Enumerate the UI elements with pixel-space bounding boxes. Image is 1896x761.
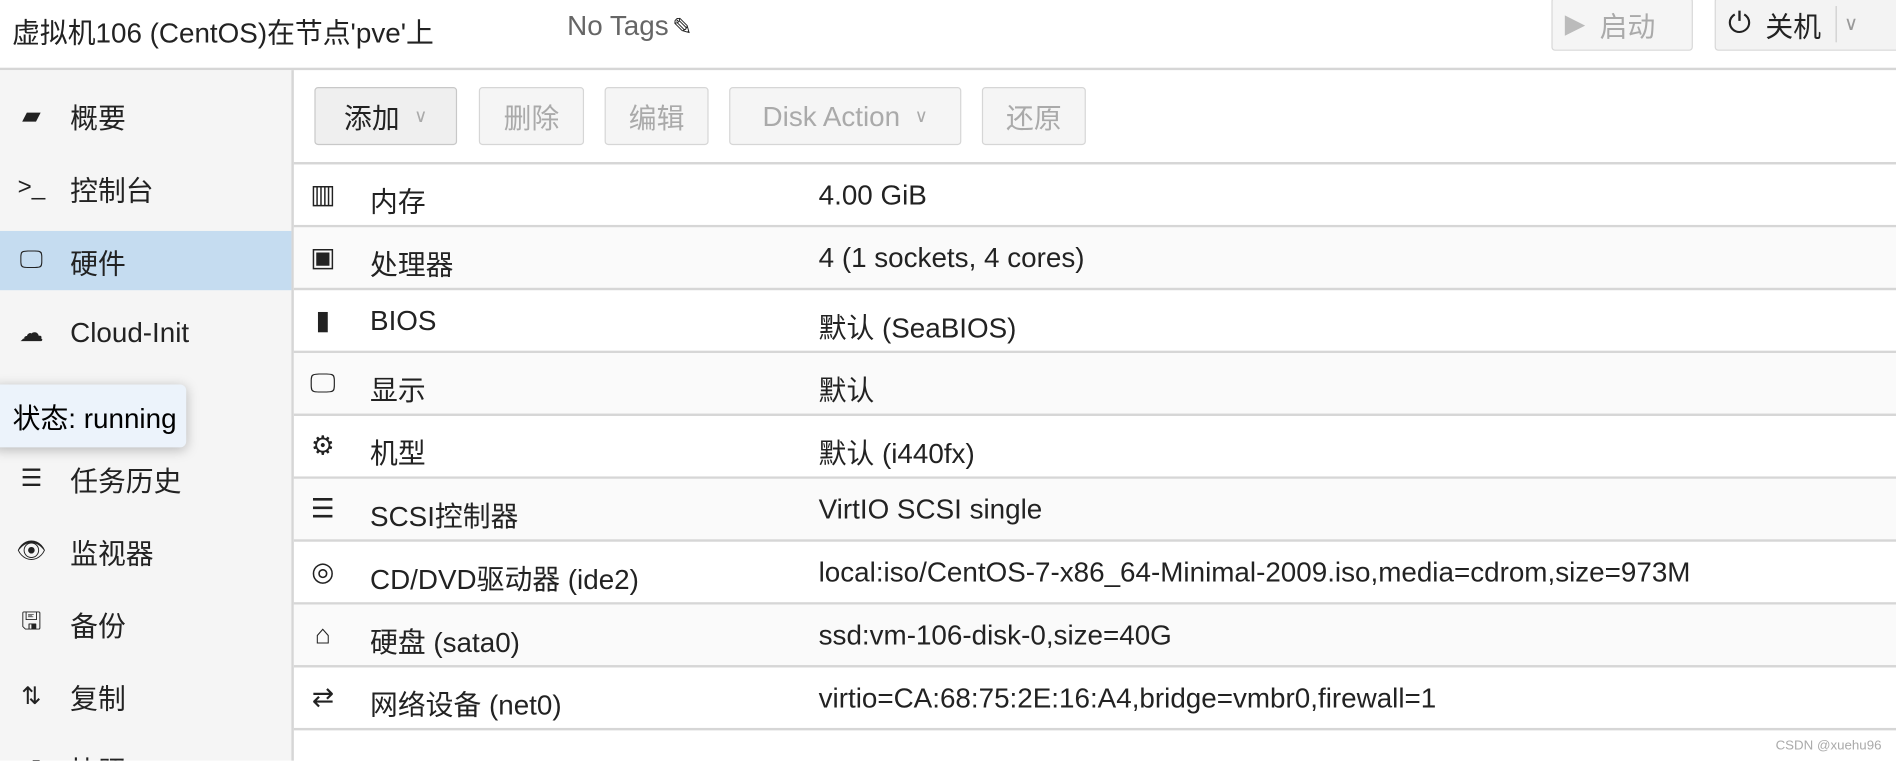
chevron-down-icon[interactable]: ∨: [1844, 12, 1858, 36]
table-row[interactable]: ◎ CD/DVD驱动器 (ide2) local:iso/CentOS-7-x86_…: [293, 542, 1896, 605]
hardware-grid: ▥ 内存 4.00 GiB ▣ 处理器 4 (1 sockets, 4 cores) ▮…: [293, 164, 1896, 731]
row-value: VirtIO SCSI single: [818, 493, 1043, 525]
sidebar-item-replication[interactable]: ⇅ 复制: [0, 666, 291, 725]
sidebar-item-backup[interactable]: 🖫 备份: [0, 594, 291, 653]
sidebar-item-label: 快照: [70, 748, 126, 760]
row-name: BIOS: [370, 304, 437, 337]
sidebar-item-label: 硬件: [70, 247, 126, 279]
database-icon: ☰: [310, 493, 335, 524]
sidebar-item-hardware[interactable]: 🖵 硬件: [0, 230, 292, 291]
row-value: virtio=CA:68:75:2E:16:A4,bridge=vmbr0,fi…: [818, 681, 1437, 714]
play-icon: ▶: [1564, 8, 1586, 39]
table-row[interactable]: ⚙ 机型 默认 (i440fx): [293, 416, 1896, 479]
header: 虚拟机106 (CentOS)在节点'pve'上 No Tags ✎ ▶ 启动 ⏻ 关…: [0, 0, 1896, 71]
row-name: 显示: [370, 374, 426, 407]
row-name: 处理器: [370, 249, 454, 281]
cloud-icon: ☁: [19, 320, 44, 348]
table-row[interactable]: ⌂ 硬盘 (sata0) ssd:vm-106-disk-0,size=40G: [293, 604, 1896, 668]
sidebar-item-snapshots[interactable]: ↺ 快照: [0, 739, 291, 761]
sidebar-item-monitor[interactable]: 👁 监视器: [0, 521, 291, 580]
power-icon: ⏻: [1727, 7, 1751, 40]
revert-button[interactable]: 还原: [981, 87, 1086, 146]
shutdown-button[interactable]: ⏻ 关机 ∨: [1714, 0, 1896, 51]
floppy-icon: 🖫: [21, 607, 42, 635]
desktop-icon: 🖵: [310, 367, 336, 398]
eye-icon: 👁: [16, 538, 47, 565]
retweet-icon: ⇅: [21, 683, 42, 710]
edit-label: 编辑: [628, 102, 685, 135]
chevron-down-icon: ∨: [414, 106, 428, 127]
add-label: 添加: [344, 102, 400, 135]
sidebar-item-label: 复制: [70, 682, 126, 715]
table-row[interactable]: 🖵 显示 默认: [293, 353, 1896, 416]
row-name: SCSI控制器: [370, 500, 519, 533]
revert-label: 还原: [1006, 102, 1062, 135]
disk-action-button[interactable]: Disk Action ∨: [729, 87, 962, 146]
sidebar: ▰概要 >_控制台 🖵硬件 ☁Cloud-Init ⚙选项 ☰任务历史 👁监视器…: [0, 70, 294, 761]
remove-button[interactable]: 删除: [478, 87, 585, 146]
row-name: 机型: [370, 437, 426, 470]
sidebar-item-label: 备份: [70, 610, 126, 642]
toolbar: 添加 ∨ 删除 编辑 Disk Action ∨ 还原: [293, 70, 1896, 165]
exchange-icon: ⇄: [311, 681, 335, 713]
tags-label: No Tags: [567, 9, 669, 42]
sidebar-item-task-history[interactable]: ☰ 任务历史: [0, 449, 291, 508]
page-title: 虚拟机106 (CentOS)在节点'pve'上: [12, 16, 434, 49]
start-button[interactable]: ▶ 启动: [1551, 0, 1693, 51]
row-name: 网络设备 (net0): [370, 689, 562, 721]
hdd-icon: ⌂: [314, 619, 331, 650]
row-name: 硬盘 (sata0): [370, 626, 520, 658]
row-value: 4.00 GiB: [818, 178, 927, 211]
tags-edit[interactable]: No Tags ✎: [567, 10, 692, 43]
desktop-icon: 🖵: [19, 246, 44, 274]
row-name: 内存: [370, 186, 426, 218]
row-value: 默认 (i440fx): [818, 437, 975, 470]
split-divider: [1835, 6, 1837, 43]
edit-button[interactable]: 编辑: [604, 87, 709, 146]
table-row[interactable]: ☰ SCSI控制器 VirtIO SCSI single: [293, 478, 1896, 542]
row-value: 4 (1 sockets, 4 cores): [818, 241, 1085, 274]
watermark: CSDN @xuehu96: [1775, 738, 1882, 754]
disk-action-label: Disk Action: [762, 99, 901, 132]
sidebar-item-label: 控制台: [70, 174, 154, 207]
chevron-down-icon: ∨: [914, 106, 928, 127]
list-icon: ☰: [20, 465, 43, 493]
sidebar-item-console[interactable]: >_ 控制台: [0, 158, 291, 217]
sidebar-item-cloudinit[interactable]: ☁ Cloud-Init: [0, 304, 291, 363]
status-tooltip: 状态: running: [0, 384, 187, 448]
table-row[interactable]: ▮ BIOS 默认 (SeaBIOS): [293, 290, 1896, 354]
pencil-icon[interactable]: ✎: [672, 15, 692, 42]
terminal-icon: >_: [17, 174, 46, 201]
sidebar-item-label: 监视器: [70, 537, 154, 569]
row-value: 默认: [818, 374, 875, 407]
table-row[interactable]: ▥ 内存 4.00 GiB: [293, 164, 1896, 228]
shutdown-label: 关机: [1765, 10, 1822, 43]
cpu-icon: ▣: [310, 241, 336, 273]
book-icon: ▰: [22, 102, 41, 130]
memory-icon: ▥: [310, 178, 336, 210]
row-name: CD/DVD驱动器 (ide2): [370, 563, 639, 595]
sidebar-item-label: 任务历史: [70, 464, 182, 497]
table-row[interactable]: ⇄ 网络设备 (net0) virtio=CA:68:75:2E:16:A4,bri…: [293, 667, 1896, 731]
table-row[interactable]: ▣ 处理器 4 (1 sockets, 4 cores): [293, 227, 1896, 291]
remove-label: 删除: [503, 102, 560, 135]
history-icon: ↺: [13, 753, 49, 761]
sidebar-item-summary[interactable]: ▰ 概要: [0, 86, 291, 145]
sidebar-item-label: Cloud-Init: [70, 316, 190, 349]
start-label: 启动: [1599, 10, 1656, 43]
row-value: ssd:vm-106-disk-0,size=40G: [818, 619, 1172, 651]
sidebar-item-label: 概要: [70, 102, 126, 134]
microchip-icon: ▮: [315, 304, 331, 335]
cdrom-icon: ◎: [311, 556, 335, 587]
vm-hardware-view: 虚拟机106 (CentOS)在节点'pve'上 No Tags ✎ ▶ 启动 ⏻ 关…: [0, 0, 1896, 761]
cogs-icon: ⚙: [310, 430, 335, 461]
row-value: 默认 (SeaBIOS): [818, 311, 1017, 344]
add-button[interactable]: 添加 ∨: [314, 87, 458, 146]
row-value: local:iso/CentOS-7-x86_64-Minimal-2009.i…: [818, 556, 1691, 588]
